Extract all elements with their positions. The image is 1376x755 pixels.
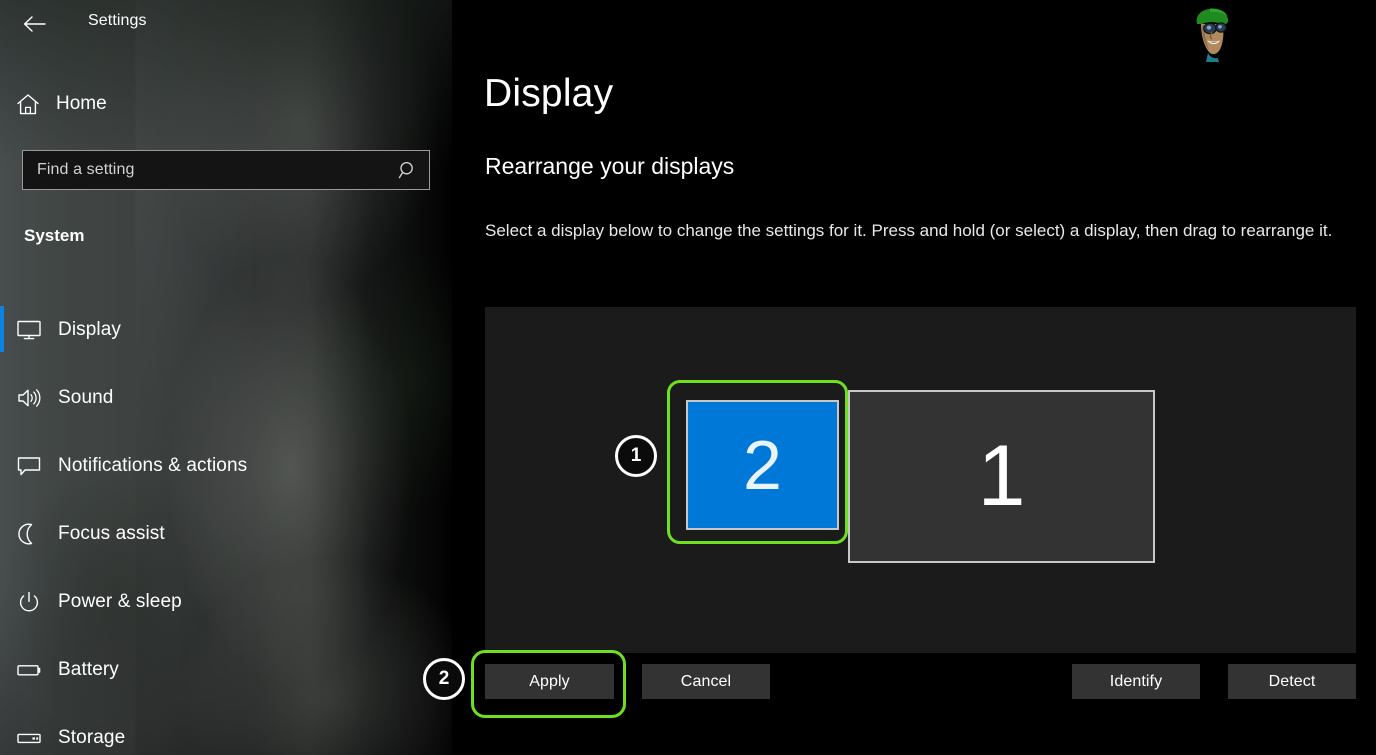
power-icon	[0, 591, 58, 613]
moon-icon	[0, 523, 58, 545]
sidebar-item-focus-assist-label: Focus assist	[58, 523, 165, 545]
sidebar: Settings Home Find a setting	[0, 0, 452, 755]
search-input-placeholder: Find a setting	[23, 161, 387, 179]
sidebar-item-power-sleep-label: Power & sleep	[58, 591, 182, 613]
page-title: Display	[484, 72, 613, 116]
sidebar-nav-list: Display Sound	[0, 296, 452, 755]
home-icon	[0, 93, 56, 116]
main-content: Display Rearrange your displays Select a…	[452, 0, 1376, 755]
storage-icon	[0, 727, 58, 749]
detect-button[interactable]: Detect	[1228, 664, 1356, 699]
annotation-badge-2-number: 2	[439, 668, 450, 690]
display-monitor-2-number: 2	[743, 425, 782, 505]
sidebar-item-power-sleep[interactable]: Power & sleep	[0, 568, 452, 636]
sidebar-item-storage-label: Storage	[58, 727, 125, 749]
sidebar-item-storage[interactable]: Storage	[0, 704, 452, 755]
battery-icon	[0, 659, 58, 681]
annotation-badge-1-number: 1	[631, 445, 642, 467]
speaker-icon	[0, 387, 58, 409]
sidebar-item-battery-label: Battery	[58, 659, 119, 681]
cartoon-face-logo	[1188, 6, 1236, 62]
sidebar-item-focus-assist[interactable]: Focus assist	[0, 500, 452, 568]
search-icon[interactable]	[387, 160, 429, 180]
title-bar: Settings	[0, 0, 452, 48]
display-monitor-1[interactable]: 1	[848, 390, 1155, 563]
display-monitor-1-number: 1	[978, 427, 1026, 526]
sidebar-item-battery[interactable]: Battery	[0, 636, 452, 704]
section-subtitle: Rearrange your displays	[485, 153, 734, 180]
sidebar-item-sound-label: Sound	[58, 387, 113, 409]
annotation-badge-1: 1	[615, 435, 657, 477]
display-monitor-2[interactable]: 2	[686, 400, 839, 530]
sidebar-item-notifications-label: Notifications & actions	[58, 455, 247, 477]
monitor-icon	[0, 319, 58, 341]
sidebar-item-home-label: Home	[56, 93, 107, 115]
search-input[interactable]: Find a setting	[22, 150, 430, 190]
sidebar-item-display[interactable]: Display	[0, 296, 452, 364]
app-title: Settings	[88, 12, 147, 30]
settings-window: Settings Home Find a setting	[0, 0, 1376, 755]
identify-button[interactable]: Identify	[1072, 664, 1200, 699]
notification-icon	[0, 455, 58, 477]
selected-indicator	[0, 306, 4, 352]
sidebar-item-home[interactable]: Home	[0, 84, 452, 124]
apply-button[interactable]: Apply	[485, 664, 614, 699]
annotation-badge-2: 2	[423, 658, 465, 700]
back-button[interactable]	[16, 7, 52, 41]
sidebar-section-header: System	[24, 226, 84, 246]
sidebar-item-display-label: Display	[58, 319, 121, 341]
sidebar-item-sound[interactable]: Sound	[0, 364, 452, 432]
sidebar-item-notifications[interactable]: Notifications & actions	[0, 432, 452, 500]
back-arrow-icon	[22, 15, 46, 33]
section-description: Select a display below to change the set…	[485, 217, 1365, 245]
cancel-button[interactable]: Cancel	[642, 664, 770, 699]
